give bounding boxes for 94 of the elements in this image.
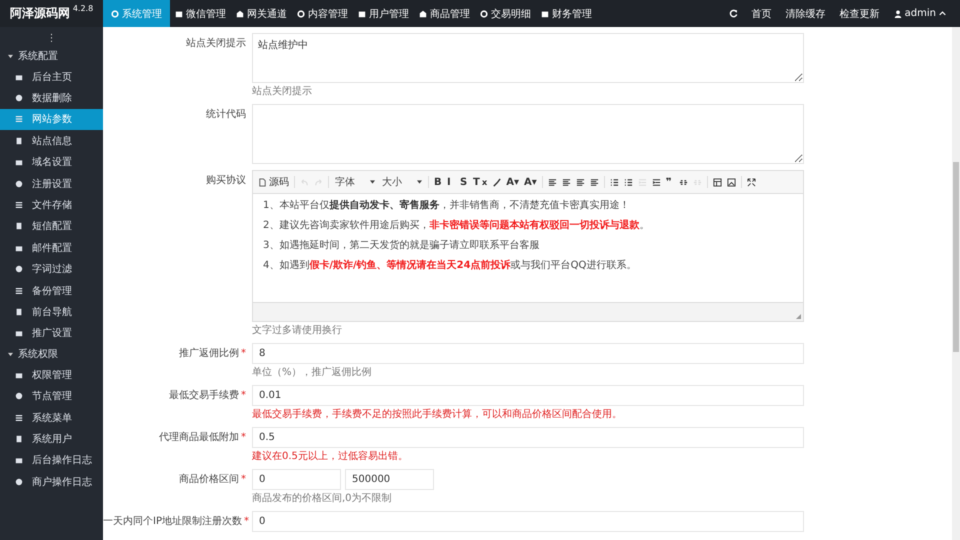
sidebar-item[interactable]: 邮件配置 xyxy=(0,237,103,259)
input-field[interactable]: 0.01 xyxy=(252,385,804,406)
format-button[interactable]: S xyxy=(458,174,470,190)
refresh-icon[interactable] xyxy=(728,9,738,18)
help-text: 文字过多请使用换行 xyxy=(252,325,343,337)
sidebar-group[interactable]: 系统配置 xyxy=(0,46,103,66)
caret-icon xyxy=(370,180,375,184)
input-field[interactable]: 8 xyxy=(252,343,804,364)
sidebar-item[interactable]: 数据删除 xyxy=(0,87,103,109)
input-field[interactable]: 0 xyxy=(252,511,804,532)
required-mark: * xyxy=(241,474,246,485)
undo-icon xyxy=(300,178,309,186)
caret-icon xyxy=(939,11,946,16)
input-field[interactable]: 0 xyxy=(252,469,341,490)
sidebar-group[interactable]: 系统权限 xyxy=(0,344,103,364)
agreement-paragraph: 2、建议先咨询卖家软件用途后购买，非卡密错误等问题本站有权驳回一切投诉与退款。 xyxy=(263,220,650,232)
size-dropdown[interactable]: 大小 xyxy=(379,175,425,189)
align-icon xyxy=(590,178,599,186)
input-field[interactable]: 0.5 xyxy=(252,427,804,448)
field-label: 商品价格区间 * xyxy=(178,472,247,487)
nav-tab[interactable]: 微信管理 xyxy=(170,0,231,27)
field-label: 统计代码 xyxy=(205,108,247,122)
help-text: 站点关闭提示 xyxy=(252,86,313,98)
sidebar-item[interactable]: 商户操作日志 xyxy=(0,471,103,492)
align-icon xyxy=(576,178,585,186)
sidebar-item[interactable]: 推广设置 xyxy=(0,322,103,344)
indent-icon xyxy=(652,178,661,186)
top-link[interactable]: 首页 xyxy=(752,6,772,20)
required-mark: * xyxy=(241,348,246,359)
sidebar-item[interactable]: 后台操作日志 xyxy=(0,450,103,472)
required-mark: * xyxy=(244,516,249,527)
sidebar-item[interactable]: 短信配置 xyxy=(0,216,103,238)
nav-tab[interactable]: 用户管理 xyxy=(353,0,414,27)
caret-icon xyxy=(8,54,13,58)
help-text: 单位（%），推广返佣比例 xyxy=(252,367,373,379)
editor-content[interactable]: 1、本站平台仅提供自动发卡、寄售服务，并非销售商，不清楚充值卡密真实用途！ 2、建议先咨询卖家软件用途后购买，非卡密错误等问题本站有权驳回一切投诉与退款。 3、如遇拖延时间，第二天发货的就是骗子请立即联系平台客服 4、如遇到假卡/欺诈/钓鱼、等情况请在当天24点前投诉或与我们平台QQ进行联系。 xyxy=(253,194,803,302)
sidebar-item[interactable]: 站点信息 xyxy=(0,130,103,152)
format-button[interactable]: B xyxy=(432,174,444,190)
site-logo[interactable]: 阿泽源码网 xyxy=(10,5,70,22)
agreement-paragraph: 4、如遇到假卡/欺诈/钓鱼、等情况请在当天24点前投诉或与我们平台QQ进行联系。 xyxy=(263,260,638,272)
user-icon xyxy=(894,10,902,18)
format-button[interactable]: ❞ xyxy=(664,174,676,190)
indent-icon xyxy=(638,178,647,186)
field-label: 购买协议 xyxy=(205,174,247,188)
nav-tab[interactable]: 网关通道 xyxy=(231,0,292,27)
scrollbar[interactable] xyxy=(952,27,960,540)
format-button[interactable]: A▾ xyxy=(504,174,521,190)
sidebar-item[interactable]: 域名设置 xyxy=(0,152,103,173)
nav-tab[interactable]: 商品管理 xyxy=(414,0,475,27)
align-icon xyxy=(562,178,571,186)
caret-icon xyxy=(417,180,422,184)
help-text: 商品发布的价格区间,0为不限制 xyxy=(252,493,393,505)
agreement-paragraph: 1、本站平台仅提供自动发卡、寄售服务，并非销售商，不清楚充值卡密真实用途！ xyxy=(263,200,630,212)
sidebar-item[interactable]: 系统用户 xyxy=(0,428,103,450)
field-label: 代理商品最低附加 * xyxy=(158,430,247,445)
version-label: 4.2.8 xyxy=(72,4,94,13)
required-mark: * xyxy=(241,432,246,443)
caret-icon xyxy=(8,352,13,357)
font-dropdown[interactable]: 字体 xyxy=(332,175,378,189)
sidebar-item[interactable]: 文件存储 xyxy=(0,194,103,216)
sidebar-item[interactable]: 字词过滤 xyxy=(0,258,103,280)
source-button[interactable]: 源码 xyxy=(256,174,291,190)
user-menu[interactable]: admin xyxy=(894,8,946,19)
field-label: 一天内同个IP地址限制注册次数 * xyxy=(103,514,250,529)
field-label: 站点关闭提示 xyxy=(185,36,247,51)
format-button[interactable]: I xyxy=(445,174,457,190)
table-icon xyxy=(712,178,722,186)
sidebar-item[interactable]: 注册设置 xyxy=(0,172,103,194)
nav-tab[interactable]: 交易明细 xyxy=(475,0,536,27)
sidebar-item[interactable]: 系统菜单 xyxy=(0,406,103,428)
help-text: 最低交易手续费，手续费不足的按照此手续费计算，可以和商品价格区间配合使用。 xyxy=(252,409,623,421)
agreement-paragraph: 3、如遇拖延时间，第二天发货的就是骗子请立即联系平台客服 xyxy=(263,240,540,252)
top-link[interactable]: 清除缓存 xyxy=(786,6,826,20)
redo-icon xyxy=(314,178,323,186)
field-label: 最低交易手续费 * xyxy=(168,388,247,403)
image-icon xyxy=(726,178,736,186)
align-icon xyxy=(548,178,557,186)
format-button[interactable]: A▾ xyxy=(522,174,539,190)
required-mark: * xyxy=(241,390,246,401)
sidebar-item[interactable]: 后台主页 xyxy=(0,66,103,88)
sidebar-item[interactable]: 权限管理 xyxy=(0,364,103,386)
resize-handle-icon[interactable] xyxy=(796,314,801,319)
top-link[interactable]: 检查更新 xyxy=(840,6,880,20)
text-area[interactable]: 站点维护中 xyxy=(252,33,804,83)
help-text: 建议在0.5元以上，过低容易出错。 xyxy=(252,451,409,463)
nav-tab[interactable]: 内容管理 xyxy=(292,0,353,27)
fullscreen-icon xyxy=(746,178,756,186)
sidebar-item[interactable]: 前台导航 xyxy=(0,301,103,323)
nav-tab[interactable]: 财务管理 xyxy=(536,0,597,27)
sidebar-item[interactable]: 备份管理 xyxy=(0,280,103,302)
input-field[interactable]: 500000 xyxy=(345,469,434,490)
field-label: 推广返佣比例 * xyxy=(178,346,247,361)
sidebar-item[interactable]: 节点管理 xyxy=(0,385,103,407)
sidebar-toggle[interactable]: ⋮ xyxy=(0,30,103,46)
